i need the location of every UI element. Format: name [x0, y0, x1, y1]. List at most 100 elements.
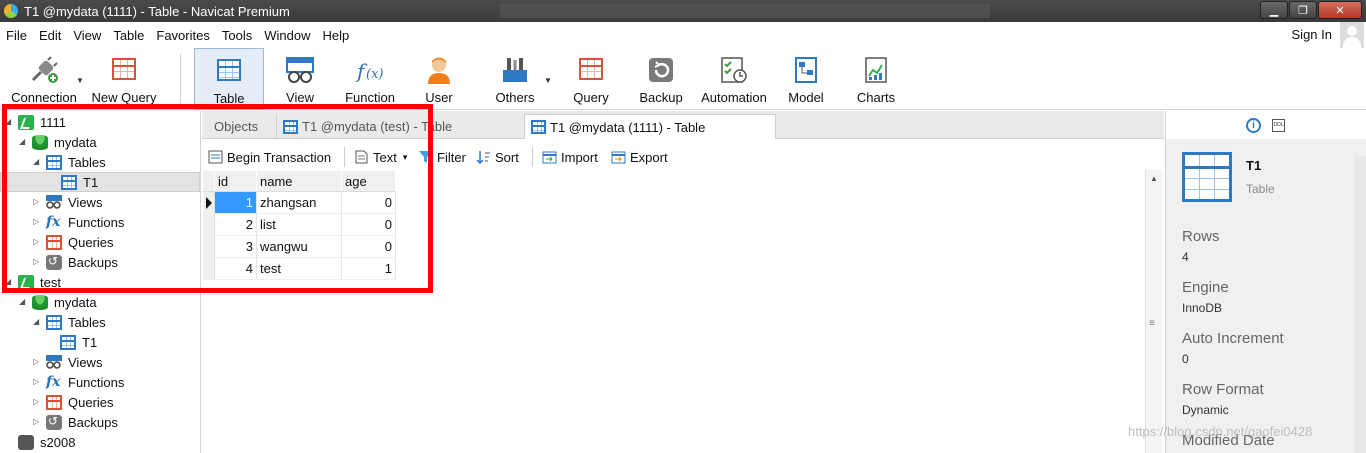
main-toolbar: Connection ▼ New Query Table View f (x) F…: [0, 48, 1366, 110]
tab-t1-1111[interactable]: T1 @mydata (1111) - Table: [524, 114, 776, 139]
close-button[interactable]: ✕: [1318, 1, 1362, 19]
sign-in-link[interactable]: Sign In: [1292, 27, 1332, 42]
charts-button[interactable]: Charts: [848, 48, 904, 110]
import-button[interactable]: Import: [542, 147, 598, 167]
menu-tools[interactable]: Tools: [216, 28, 258, 43]
prop-value-row-format: Dynamic: [1182, 403, 1229, 417]
user-button[interactable]: User: [410, 48, 468, 110]
toolbar-separator: [532, 147, 533, 167]
function-icon: f (x): [355, 56, 385, 84]
expand-arrow-icon[interactable]: ◢: [19, 298, 27, 306]
new-query-icon: [109, 56, 139, 84]
table-icon: [214, 57, 244, 85]
navicat-app-icon: [4, 4, 18, 18]
object-name: T1: [1246, 158, 1262, 173]
export-button[interactable]: Export: [611, 147, 668, 167]
sort-button[interactable]: Sort: [476, 147, 519, 167]
user-icon: [424, 56, 454, 84]
tree-item-table-t1[interactable]: T1: [0, 332, 200, 352]
prop-label-rows: Rows: [1182, 228, 1220, 245]
tree-item-backups[interactable]: ▷ Backups: [0, 412, 200, 432]
tree-item-database-mydata[interactable]: ◢ mydata: [0, 292, 200, 312]
user-avatar-icon[interactable]: [1340, 22, 1364, 48]
function-label: Function: [345, 90, 395, 105]
filter-label: Filter: [437, 149, 466, 165]
prop-label-engine: Engine: [1182, 279, 1229, 296]
others-button[interactable]: Others: [486, 48, 544, 110]
tools-icon: [500, 56, 530, 84]
function-button[interactable]: f (x) Function: [340, 48, 400, 110]
tables-icon: [46, 314, 62, 330]
menu-table[interactable]: Table: [107, 28, 150, 43]
prop-value-engine: InnoDB: [1182, 301, 1223, 315]
menu-edit[interactable]: Edit: [33, 28, 67, 43]
connection-dropdown-icon[interactable]: ▼: [76, 76, 84, 85]
collapse-arrow-icon[interactable]: ▷: [33, 418, 41, 426]
prop-label-row-format: Row Format: [1182, 381, 1264, 398]
tree-item-tables[interactable]: ◢ Tables: [0, 312, 200, 332]
view-icon: [285, 56, 315, 84]
functions-icon: fx: [46, 373, 61, 390]
tree-label: mydata: [54, 294, 97, 310]
tree-item-queries[interactable]: ▷ Queries: [0, 392, 200, 412]
collapse-arrow-icon[interactable]: ▷: [33, 358, 41, 366]
window-title: T1 @mydata (1111) - Table - Navicat Prem…: [24, 3, 290, 19]
object-type: Table: [1246, 182, 1275, 196]
model-label: Model: [788, 90, 824, 105]
tree-item-views[interactable]: ▷ Views: [0, 352, 200, 372]
info-icon[interactable]: i: [1246, 118, 1261, 133]
new-query-label: New Query: [91, 90, 157, 105]
query-icon: [576, 56, 606, 84]
menu-view[interactable]: View: [67, 28, 107, 43]
tree-label: Functions: [68, 374, 125, 390]
charts-icon: [861, 56, 891, 84]
automation-icon: [719, 56, 749, 84]
new-query-button[interactable]: New Query: [88, 48, 160, 110]
menu-bar: File Edit View Table Favorites Tools Win…: [0, 22, 1366, 48]
prop-label-auto-increment: Auto Increment: [1182, 330, 1284, 347]
splitter-grip-icon[interactable]: ≡: [1149, 318, 1155, 329]
minimize-button[interactable]: ▁: [1260, 1, 1288, 19]
blurred-background-tabs: [500, 4, 990, 18]
object-info-pane: i DDL T1 Table Rows 4 Engine InnoDB Auto…: [1165, 111, 1366, 453]
backup-button[interactable]: Backup: [632, 48, 690, 110]
query-button[interactable]: Query: [562, 48, 620, 110]
maximize-button[interactable]: ❐: [1289, 1, 1317, 19]
tree-item-connection-s2008[interactable]: s2008: [0, 432, 200, 452]
tree-label: Views: [68, 354, 103, 370]
menu-help[interactable]: Help: [316, 28, 355, 43]
tree-item-functions[interactable]: ▷ fx Functions: [0, 372, 200, 392]
others-dropdown-icon[interactable]: ▼: [544, 76, 552, 85]
grid-vertical-scrollbar[interactable]: ▲ ≡: [1145, 170, 1162, 453]
tab-label: T1 @mydata (1111) - Table: [550, 119, 706, 135]
menu-window[interactable]: Window: [258, 28, 316, 43]
scroll-up-icon[interactable]: ▲: [1150, 174, 1158, 183]
collapse-arrow-icon[interactable]: ▷: [33, 398, 41, 406]
backup-icon: [646, 56, 676, 84]
import-label: Import: [561, 149, 598, 165]
connection-button[interactable]: Connection: [6, 48, 82, 110]
sort-label: Sort: [495, 149, 519, 165]
ddl-icon[interactable]: DDL: [1272, 119, 1285, 132]
expand-arrow-icon[interactable]: ◢: [33, 318, 41, 326]
menu-file[interactable]: File: [0, 28, 33, 43]
table-large-icon: [1182, 152, 1232, 202]
view-button[interactable]: View: [270, 48, 330, 110]
plug-icon: [29, 56, 59, 84]
table-button[interactable]: Table: [194, 48, 264, 110]
export-icon: [611, 150, 626, 164]
watermark-text: https://blog.csdn.net/gaofei0428: [1128, 424, 1313, 439]
user-label: User: [425, 90, 453, 105]
table-icon: [531, 120, 546, 134]
menu-favorites[interactable]: Favorites: [150, 28, 215, 43]
info-pane-scrollbar[interactable]: [1354, 156, 1366, 453]
automation-button[interactable]: Automation: [696, 48, 772, 110]
svg-text:(x): (x): [366, 67, 383, 82]
tree-label: T1: [82, 334, 98, 350]
tree-label: Tables: [68, 314, 106, 330]
connection-label: Connection: [11, 90, 77, 105]
collapse-arrow-icon[interactable]: ▷: [33, 378, 41, 386]
model-button[interactable]: Model: [778, 48, 834, 110]
export-label: Export: [630, 149, 668, 165]
title-bar: T1 @mydata (1111) - Table - Navicat Prem…: [0, 0, 1366, 22]
